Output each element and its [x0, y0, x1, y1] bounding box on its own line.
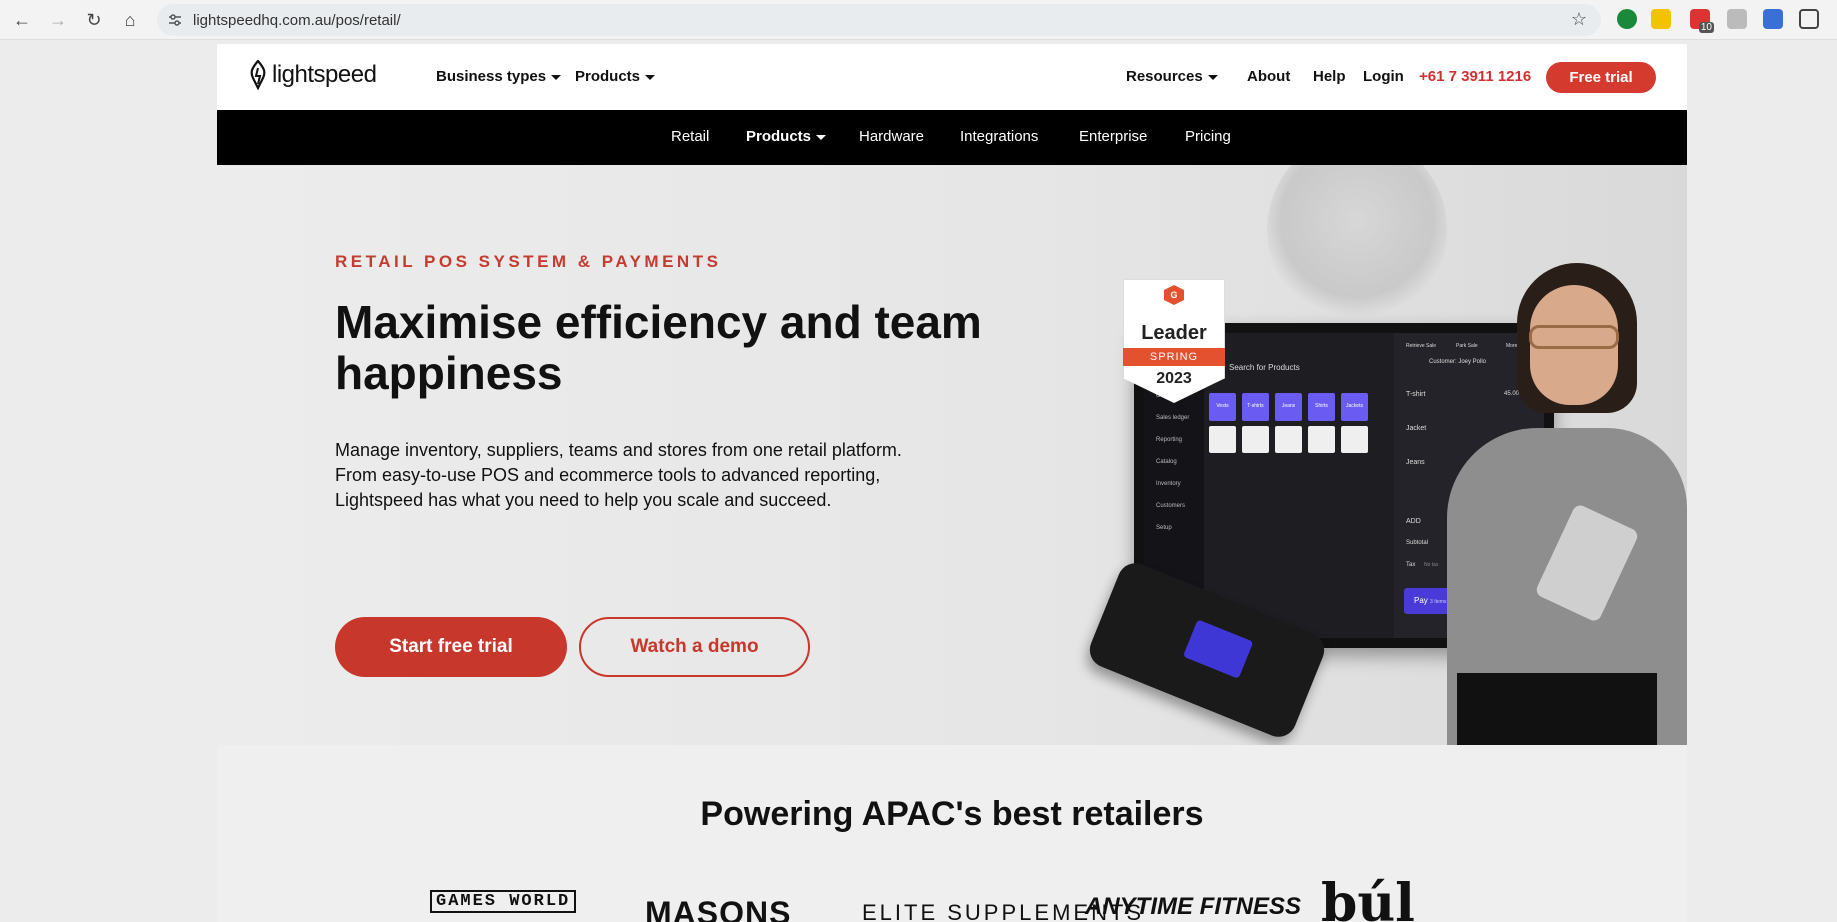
brand-logo-masons: MASONS [645, 895, 792, 922]
phone-link[interactable]: +61 7 3911 1216 [1419, 68, 1531, 85]
subnav-products[interactable]: Products [746, 128, 826, 145]
pos-sidebar-item: Inventory [1156, 481, 1181, 487]
lightspeed-logo[interactable]: lightspeed [247, 60, 377, 90]
subnav-integrations[interactable]: Integrations [960, 128, 1038, 145]
g2-leader-badge: G Leader SPRING 2023 [1123, 279, 1225, 403]
pos-sidebar-item: Sales ledger [1156, 415, 1190, 421]
pos-cart-line: T-shirt [1406, 391, 1426, 398]
pos-subtotal-label: Subtotal [1406, 540, 1429, 546]
hero-title: Maximise efficiency and team happiness [335, 296, 982, 399]
nav-login[interactable]: Login [1363, 68, 1404, 85]
logo-text: lightspeed [272, 61, 377, 88]
free-trial-button[interactable]: Free trial [1546, 62, 1656, 93]
nav-about[interactable]: About [1247, 68, 1290, 85]
glasses-shape [1529, 325, 1619, 349]
product-thumbnail [1242, 426, 1269, 453]
pos-category-label: Vests [1216, 403, 1229, 409]
brand-logo-games-world: GAMES WORLD [430, 890, 577, 913]
pos-category-tile: Jeans [1275, 393, 1302, 421]
badge-year: 2023 [1156, 370, 1192, 387]
pos-category-tile: T-shirts [1242, 393, 1269, 421]
product-thumbnail [1308, 426, 1335, 453]
pos-cart-line: Jeans [1406, 459, 1425, 466]
hero-eyebrow: RETAIL POS SYSTEM & PAYMENTS [335, 252, 722, 271]
pos-cart-line: Jacket [1406, 425, 1427, 432]
reload-icon[interactable]: ↻ [82, 8, 106, 32]
extension-badge-count: 10 [1698, 22, 1714, 33]
woman-with-tablet-image [1447, 263, 1687, 745]
url-text[interactable]: lightspeedhq.com.au/pos/retail/ [193, 12, 401, 29]
badge-title: Leader [1141, 322, 1207, 344]
pos-category-tile: Jackets [1341, 393, 1368, 421]
pos-pay-items: 3 Items [1430, 599, 1447, 605]
grammarly-extension-icon[interactable] [1617, 9, 1637, 29]
terminal-screen [1182, 619, 1254, 679]
extension-badge-icon[interactable]: 10 [1690, 9, 1714, 33]
pos-category-label: Shirts [1315, 403, 1328, 409]
web-page: lightspeed Business types Products Resou… [217, 44, 1687, 922]
pos-category-label: Jackets [1346, 403, 1363, 409]
nav-products[interactable]: Products [575, 68, 655, 85]
pos-category-tile: Shirts [1308, 393, 1335, 421]
pos-pay-label: Pay [1414, 596, 1428, 605]
retailers-section: Powering APAC's best retailers GAMES WOR… [217, 745, 1687, 922]
extensions-puzzle-icon[interactable] [1799, 9, 1819, 29]
g2-logo-icon: G [1164, 285, 1184, 305]
badge-season: SPRING [1123, 348, 1225, 366]
pos-sidebar-item: Setup [1156, 525, 1172, 531]
watch-demo-button[interactable]: Watch a demo [579, 617, 810, 677]
pos-sidebar-item: Reporting [1156, 437, 1183, 443]
pos-category-tile: Vests [1209, 393, 1236, 421]
product-thumbnail [1341, 426, 1368, 453]
translate-icon[interactable] [1763, 9, 1783, 29]
product-thumbnail [1275, 426, 1302, 453]
pos-category-label: T-shirts [1247, 403, 1264, 409]
subnav-enterprise[interactable]: Enterprise [1079, 128, 1147, 145]
subnav-retail[interactable]: Retail [671, 128, 709, 145]
hero-section: RETAIL POS SYSTEM & PAYMENTS Maximise ef… [217, 165, 1687, 745]
pos-add-label: ADD [1406, 518, 1421, 525]
brand-logo-anytime-fitness: ANYTIME FITNESS [1085, 893, 1302, 920]
start-free-trial-button[interactable]: Start free trial [335, 617, 567, 677]
pos-action: Retrieve Sale [1406, 343, 1437, 349]
hero-description: Manage inventory, suppliers, teams and s… [335, 440, 902, 510]
nav-help[interactable]: Help [1313, 68, 1346, 85]
nav-business-types[interactable]: Business types [436, 68, 561, 85]
flame-logo-icon [250, 60, 266, 90]
retailers-title: Powering APAC's best retailers [700, 795, 1204, 833]
browser-toolbar: ← → ↻ ⌂ lightspeedhq.com.au/pos/retail/ … [0, 0, 1837, 40]
product-subnav: Retail Products Hardware Integrations En… [217, 110, 1687, 165]
top-navigation: lightspeed Business types Products Resou… [217, 44, 1687, 110]
home-icon[interactable]: ⌂ [118, 8, 142, 32]
subnav-hardware[interactable]: Hardware [859, 128, 924, 145]
pos-tax-label: Tax [1406, 562, 1416, 568]
nav-resources[interactable]: Resources [1126, 68, 1218, 85]
subnav-pricing[interactable]: Pricing [1185, 128, 1231, 145]
tune-icon[interactable] [167, 12, 183, 28]
pos-tax-note: No tax [1424, 562, 1439, 568]
star-icon[interactable]: ☆ [1571, 9, 1587, 30]
camera-icon[interactable] [1727, 9, 1747, 29]
pos-search-label: Search for Products [1229, 363, 1300, 372]
extension-icon[interactable] [1651, 9, 1671, 29]
background-woman-image [1267, 165, 1447, 325]
pos-category-label: Jeans [1281, 403, 1296, 409]
skirt-shape [1457, 673, 1657, 745]
brand-logo-bul: búl [1321, 873, 1415, 922]
hero-illustration: Online Sales ledger Reporting Catalog In… [1017, 165, 1687, 745]
pos-sidebar-item: Catalog [1156, 459, 1177, 465]
product-thumbnail [1209, 426, 1236, 453]
address-bar[interactable]: lightspeedhq.com.au/pos/retail/ ☆ [157, 4, 1601, 36]
pos-sidebar-item: Customers [1156, 503, 1186, 509]
forward-icon[interactable]: → [46, 8, 70, 32]
back-icon[interactable]: ← [10, 8, 34, 32]
